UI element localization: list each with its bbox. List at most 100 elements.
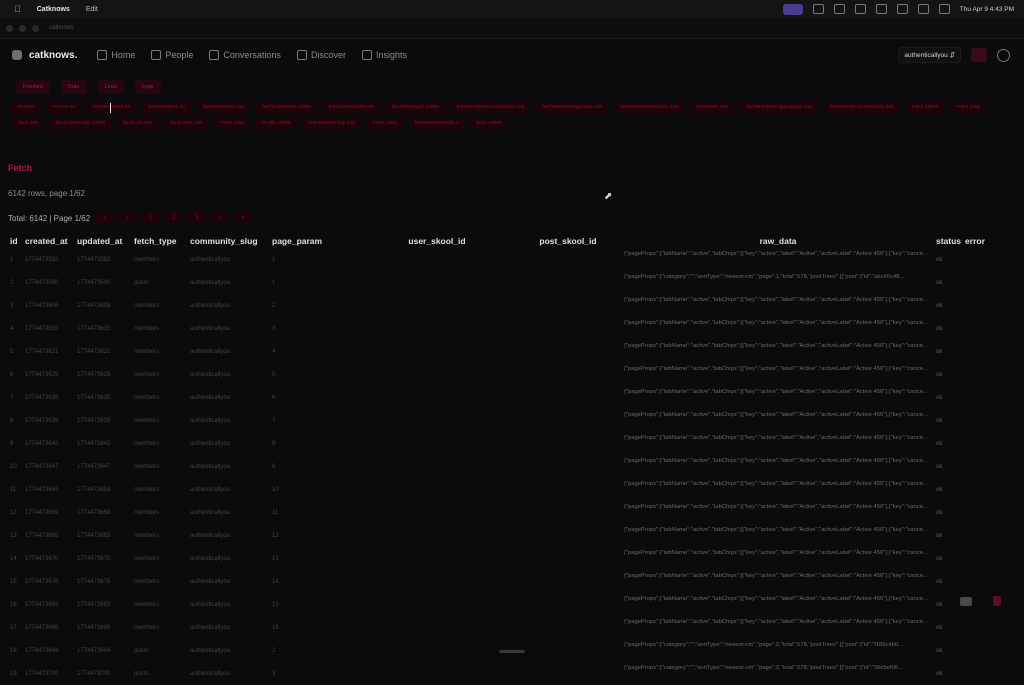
dropbox-icon[interactable] — [812, 4, 824, 14]
column-header-updated-at[interactable]: updated_at — [75, 233, 132, 248]
table-row[interactable]: 11 1774473653 1774473653 members authentical… — [8, 478, 991, 501]
tab-fetched[interactable]: Fetched — [16, 80, 50, 94]
table-chip[interactable]: fetchMembers 62 — [142, 102, 192, 113]
table-chip[interactable]: Fetch 1000 — [214, 118, 251, 129]
tab-data[interactable]: Data — [60, 80, 87, 94]
table-chip[interactable]: Fetch 1000 — [366, 118, 403, 129]
table-chip[interactable]: fetchMembershipStatus 100 — [536, 102, 609, 113]
nav-insights[interactable]: Insights — [361, 50, 407, 60]
action-button[interactable] — [971, 48, 987, 62]
table-chip[interactable]: fetchPosts 200 — [690, 102, 734, 113]
record-icon[interactable] — [993, 596, 1001, 606]
nav-people[interactable]: People — [151, 50, 193, 60]
nav-conversations[interactable]: Conversations — [209, 50, 281, 60]
table-chip[interactable]: fetchMembersAggregation 100 — [739, 102, 818, 113]
table-chip[interactable]: fetchMembersCommunity 200 — [823, 102, 900, 113]
status-icon[interactable] — [833, 4, 845, 14]
table-row[interactable]: 3 1774473608 1774473608 members authenticall… — [8, 294, 991, 317]
app-menu-name[interactable]: Catknows — [37, 6, 70, 13]
table-chip[interactable]: fetchMembersCommunities 100 — [450, 102, 531, 113]
table-chip[interactable]: fetchMessages 10000 — [385, 102, 445, 113]
table-chip[interactable]: fetchMembersWithJoin 100 — [614, 102, 685, 113]
table-chip[interactable]: fetchUsers 100 — [163, 118, 209, 129]
community-select[interactable]: authenticallyou ⇵ — [898, 47, 961, 63]
edit-menu[interactable]: Edit — [86, 6, 98, 13]
table-row[interactable]: 17 1774473688 1774473688 members authentical… — [8, 616, 991, 639]
table-chip[interactable]: FETCH 62 — [46, 102, 81, 113]
column-header-created-at[interactable]: created_at — [23, 233, 75, 248]
table-chip[interactable]: fetchPostsRaw 132 — [197, 102, 251, 113]
close-window-button[interactable] — [6, 24, 13, 32]
status-icon[interactable] — [854, 4, 866, 14]
table-row[interactable]: 12 1774473659 1774473659 members authentical… — [8, 501, 991, 524]
table-chip[interactable]: fetchMembership 100 — [302, 118, 361, 129]
wifi-icon[interactable] — [917, 4, 929, 14]
next-page-button[interactable]: › — [211, 212, 229, 224]
table-chip[interactable]: fetch 10000 — [470, 118, 508, 129]
column-header-community-slug[interactable]: community_slug — [188, 233, 270, 248]
table-chip[interactable]: fetchMembersWith 1 — [408, 118, 465, 129]
column-header-status[interactable]: status — [934, 233, 963, 248]
table-chip[interactable]: Fetch 1000 — [950, 102, 987, 113]
brand-logo[interactable]: catknows. — [12, 50, 77, 61]
zoom-window-button[interactable] — [32, 24, 39, 32]
table-row[interactable]: 1 1774473582 1774473582 members authenticall… — [8, 248, 991, 271]
page-3-button[interactable]: 3 — [188, 212, 206, 224]
table-row[interactable]: 5 1774473621 1774473621 members authenticall… — [8, 340, 991, 363]
column-header-id[interactable]: id — [8, 233, 23, 248]
table-chip[interactable]: fetch 600 — [12, 118, 44, 129]
gear-icon[interactable] — [997, 48, 1010, 62]
table-row[interactable]: 9 1774473642 1774473642 members authenticall… — [8, 432, 991, 455]
table-chip[interactable]: Fetch 15000 — [905, 102, 945, 113]
tab-logs[interactable]: Logs — [134, 80, 161, 94]
nav-discover[interactable]: Discover — [296, 50, 346, 60]
column-header-user-skool-id[interactable]: user_skool_id — [360, 233, 514, 248]
tab-lead[interactable]: Lead — [97, 80, 124, 94]
table-row[interactable]: 13 1774473665 1774473665 members authentical… — [8, 524, 991, 547]
terminal-icon[interactable] — [960, 597, 972, 606]
table-chip[interactable]: fetchMembers 62 — [86, 102, 136, 113]
keyboard-status-icon[interactable] — [782, 3, 803, 15]
cell-status: ok — [936, 302, 943, 309]
table-row[interactable]: 10 1774473647 1774473647 members authentical… — [8, 455, 991, 478]
table-row[interactable]: 7 1774473635 1774473635 members authenticall… — [8, 386, 991, 409]
prev-page-button[interactable]: ‹ — [119, 212, 137, 224]
column-header-raw-data[interactable]: raw_data — [622, 233, 934, 248]
table-chip[interactable]: fetchComments 12050 — [256, 102, 317, 113]
table-chip[interactable]: Profile 10000 — [256, 118, 297, 129]
column-header-post-skool-id[interactable]: post_skool_id — [514, 233, 622, 248]
last-page-button[interactable]: » — [234, 212, 252, 224]
minimize-window-button[interactable] — [19, 24, 26, 32]
cell-updated-at: 1774473700 — [77, 670, 111, 677]
page-1-button[interactable]: 1 — [142, 212, 160, 224]
apple-icon[interactable]:  — [14, 4, 21, 14]
nav-home[interactable]: Home — [97, 50, 135, 60]
column-header-error[interactable]: error — [963, 233, 991, 248]
table-chip[interactable]: Fetcher — [12, 102, 41, 113]
column-header-fetch-type[interactable]: fetch_type — [132, 233, 188, 248]
table-row[interactable]: 15 1774473676 1774473676 members authentical… — [8, 570, 991, 593]
table-chip[interactable]: fetchCommunities 60 — [322, 102, 380, 113]
table-row[interactable]: 14 1774473670 1774473670 members authentical… — [8, 547, 991, 570]
menu-clock[interactable]: Thu Apr 9 4:43 PM — [960, 6, 1014, 13]
search-icon[interactable] — [938, 4, 950, 14]
table-chip[interactable]: fetchLast 100 — [117, 118, 158, 129]
table-row[interactable]: 16 1774473683 1774473683 members authentical… — [8, 593, 991, 616]
table-row[interactable]: 8 1774473639 1774473639 members authenticall… — [8, 409, 991, 432]
page-2-button[interactable]: 2 — [165, 212, 183, 224]
column-header-page-param[interactable]: page_param — [270, 233, 360, 248]
table-chip[interactable]: fetchCommunity 10000 — [49, 118, 112, 129]
table-row[interactable]: 19 1774473700 1774473700 posts authentically… — [8, 662, 991, 685]
status-icon[interactable] — [896, 4, 908, 14]
table-row[interactable]: 6 1774473625 1774473625 members authenticall… — [8, 363, 991, 386]
cell-fetch-type: members — [134, 509, 160, 516]
cell-community-slug: authenticallyou — [190, 624, 231, 631]
pagination-label: Total: 6142 | Page 1/62 — [8, 213, 91, 223]
table-row[interactable]: 2 1774473590 1774473590 posts authenticallyo… — [8, 271, 991, 294]
table-row[interactable]: 4 1774473615 1774473615 members authenticall… — [8, 317, 991, 340]
status-icon[interactable] — [875, 4, 887, 14]
cell-post-skool-id — [514, 478, 622, 501]
cell-status: ok — [936, 417, 943, 424]
scroll-handle[interactable] — [499, 650, 525, 653]
first-page-button[interactable]: « — [96, 212, 114, 224]
